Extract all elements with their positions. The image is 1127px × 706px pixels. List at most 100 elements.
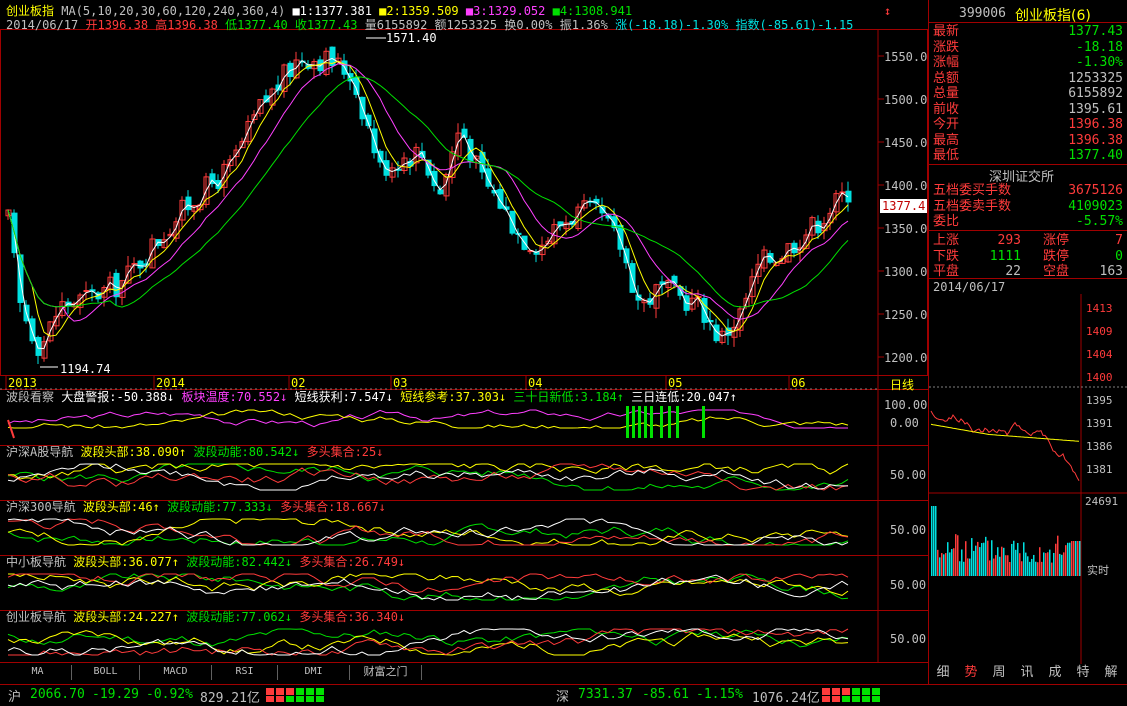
- right-tab[interactable]: 成: [1043, 664, 1067, 682]
- breadth-bar: [832, 696, 840, 702]
- quote-key: 前收: [933, 101, 960, 117]
- mini-volume-bar: [1069, 542, 1071, 576]
- mini-volume-bar: [965, 541, 967, 576]
- indicator-value: 板块温度:70.552↓: [181, 390, 288, 404]
- mini-volume-bar: [1027, 556, 1029, 576]
- signal-bar: [660, 406, 663, 438]
- sh-change: -19.29: [92, 687, 139, 702]
- breadth-key: 下跌: [933, 248, 960, 264]
- right-tab[interactable]: 解: [1099, 664, 1123, 682]
- right-tab[interactable]: 细: [931, 664, 955, 682]
- mini-volume-bar: [969, 558, 971, 576]
- sort-icon[interactable]: ↕: [884, 4, 891, 18]
- mini-volume-bar: [1067, 542, 1069, 576]
- breadth-key: 空盘: [1043, 264, 1070, 279]
- ma1-value: ■1:1377.381: [292, 4, 372, 18]
- indicator-value: 多头集合:25↓: [306, 445, 384, 459]
- price-tick: 1350.0: [884, 222, 928, 236]
- breadth-key: 平盘: [933, 264, 960, 279]
- right-tab[interactable]: 周: [987, 664, 1011, 682]
- tab-dmi[interactable]: DMI: [278, 665, 350, 680]
- right-tab[interactable]: 讯: [1015, 664, 1039, 682]
- mini-volume-bar: [955, 534, 957, 576]
- breadth-value: 0: [1115, 248, 1123, 264]
- quote-key: 总量: [933, 86, 960, 101]
- indicator-value: 短线参考:37.303↓: [400, 390, 507, 404]
- period-label[interactable]: 日线: [890, 376, 914, 393]
- mini-axis-label: 1386: [1086, 440, 1113, 453]
- mini-volume-bar: [1071, 541, 1073, 576]
- ma-line: [7, 63, 849, 322]
- mini-volume-bar: [1061, 554, 1063, 576]
- quote-key: 总额: [933, 70, 960, 86]
- indicator-value: 波段头部:46↑: [82, 500, 160, 514]
- breadth-bar: [832, 688, 840, 695]
- day-info: 2014/06/17 开1396.38 高1396.38 低1377.40 收1…: [6, 18, 853, 32]
- time-label: 2013: [8, 376, 37, 390]
- quote-row: 最高 1396.38: [933, 133, 1125, 148]
- tab-rsi[interactable]: RSI: [212, 665, 278, 680]
- day-date: 2014/06/17: [6, 18, 79, 32]
- mini-axis-label: 1381: [1086, 463, 1113, 476]
- breadth-key: 跌停: [1043, 248, 1070, 264]
- tab-macd[interactable]: MACD: [140, 665, 212, 680]
- mini-volume-bar: [993, 558, 995, 576]
- mini-volume-bar: [937, 549, 939, 576]
- mini-volume-bar: [1003, 547, 1005, 576]
- quote-value: 1396.38: [1068, 132, 1123, 148]
- mini-volume-bar: [971, 538, 973, 576]
- order-row: 委比 -5.57%: [933, 214, 1125, 229]
- breadth-bar: [316, 696, 324, 702]
- breadth-bar: [276, 688, 284, 695]
- time-label: 2014: [156, 376, 185, 390]
- mini-volume-bar: [939, 557, 941, 576]
- mini-volume-bar: [1033, 554, 1035, 576]
- mini-volume-bar: [947, 542, 949, 576]
- mini-volume-bar: [1077, 541, 1079, 576]
- breadth-bar: [822, 696, 830, 702]
- breadth-bar: [862, 696, 870, 702]
- time-label: 06: [791, 376, 806, 390]
- min-price-label: 1194.74: [60, 362, 111, 376]
- mini-volume-bar: [1017, 542, 1019, 576]
- kline-chart-area[interactable]: 创业板指 MA(5,10,20,30,60,120,240,360,4) ■1:…: [0, 0, 928, 684]
- mini-volume-bar: [1013, 540, 1015, 576]
- right-tab[interactable]: 势: [959, 664, 983, 682]
- breadth-bar: [316, 688, 324, 695]
- breadth-bar: [852, 688, 860, 695]
- signal-bar: [676, 406, 679, 438]
- breadth-key: 涨停: [1043, 233, 1070, 248]
- chart-header: 创业板指 MA(5,10,20,30,60,120,240,360,4) ■1:…: [6, 4, 632, 18]
- quote-panel: 399006 创业板指(6) 深圳证交所 2014/06/17 1413 1409…: [928, 0, 1127, 684]
- quote-value: -1.30%: [1076, 55, 1123, 70]
- sh-label: 沪: [8, 690, 22, 705]
- indicator-value: 波段头部:36.077↑: [73, 555, 180, 569]
- indicator-value: 多头集合:18.667↓: [280, 500, 386, 514]
- intraday-mini-chart[interactable]: 1413 1409 1404 1400 1395 1391 1386 1381 24691 实时: [929, 294, 1127, 664]
- mini-avg-line: [930, 423, 1080, 442]
- tab-wealth-gate[interactable]: 财富之门: [350, 665, 422, 680]
- time-label: 03: [393, 376, 408, 390]
- quote-row: 最新 1377.43: [933, 24, 1125, 39]
- breadth-bar: [842, 696, 850, 702]
- candle: [707, 319, 714, 323]
- ma3-value: ■3:1329.052: [465, 4, 546, 18]
- signal-bar: [650, 406, 653, 438]
- tab-ma[interactable]: MA: [4, 665, 72, 680]
- sz-change: -85.61: [642, 687, 689, 702]
- sz-amount: 1076.24亿: [752, 691, 820, 706]
- ma-line: [7, 60, 849, 337]
- mini-volume-bar: [1041, 561, 1043, 576]
- indicator-value: 多头集合:36.340↓: [299, 610, 406, 624]
- quote-row: 最低 1377.40: [933, 148, 1125, 163]
- signal-bar: [638, 406, 641, 438]
- mini-volume-bar: [967, 558, 969, 576]
- right-tab[interactable]: 特: [1071, 664, 1095, 682]
- quote-value: -5.57%: [1076, 214, 1123, 229]
- breadth-bar: [872, 696, 880, 702]
- tab-boll[interactable]: BOLL: [72, 665, 140, 680]
- candle: [113, 272, 120, 298]
- day-turnover: 换0.00%: [504, 18, 553, 32]
- mini-volume-bar: [941, 553, 943, 576]
- indicator-value: 波段动能:77.333↓: [167, 500, 273, 514]
